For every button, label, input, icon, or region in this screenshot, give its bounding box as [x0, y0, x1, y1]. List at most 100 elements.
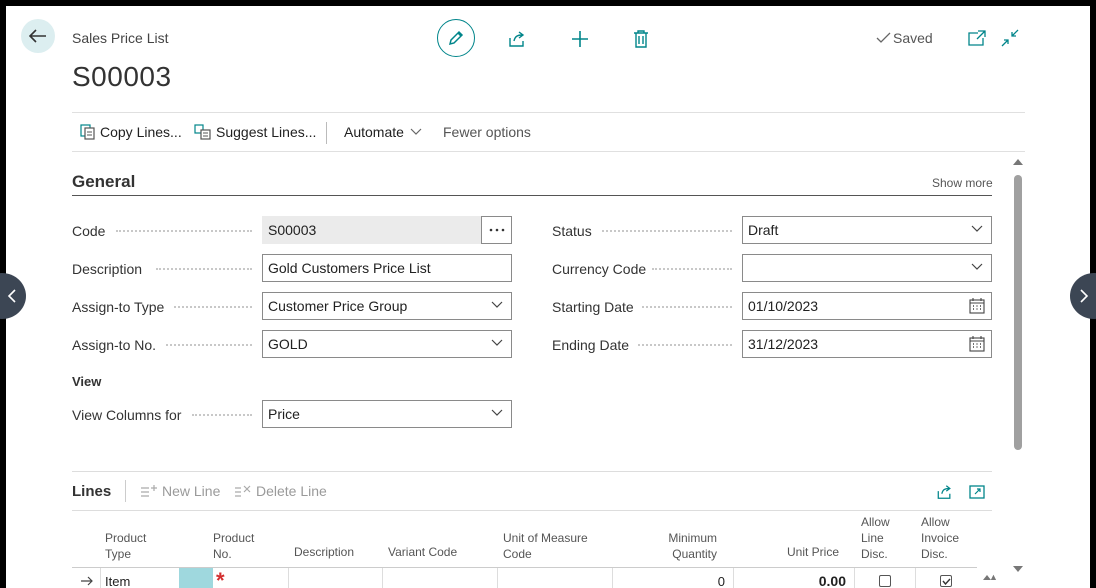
- status-select[interactable]: Draft: [742, 216, 992, 244]
- assign-to-no-select[interactable]: GOLD: [262, 330, 512, 358]
- chevron-down-icon: [410, 128, 422, 135]
- general-underline: [72, 195, 992, 196]
- lines-section-title[interactable]: Lines: [72, 483, 111, 500]
- currency-code-select[interactable]: [742, 254, 992, 282]
- scroll-down-arrow-icon[interactable]: [1013, 566, 1023, 573]
- lines-separator: [125, 480, 126, 502]
- share-icon: [937, 485, 951, 499]
- row-unit-price[interactable]: 0.00: [754, 573, 846, 588]
- col-allow-invoice-disc[interactable]: Allow Invoice Disc.: [921, 514, 959, 562]
- trash-icon: [634, 30, 648, 48]
- col-unit-price[interactable]: Unit Price: [739, 544, 839, 560]
- lines-expand-button[interactable]: [966, 481, 988, 503]
- share-button[interactable]: [505, 27, 529, 51]
- description-value: Gold Customers Price List: [268, 260, 431, 276]
- ending-date-value: 31/12/2023: [748, 336, 819, 352]
- starting-date-label: Starting Date: [552, 299, 634, 315]
- code-label: Code: [72, 223, 106, 239]
- saved-status: Saved: [876, 30, 933, 46]
- back-button[interactable]: [21, 19, 55, 53]
- fewer-options-link[interactable]: Fewer options: [443, 124, 531, 140]
- lines-share-button[interactable]: [933, 481, 955, 503]
- view-group-heading: View: [72, 374, 102, 389]
- calendar-icon[interactable]: [969, 336, 985, 352]
- new-line-button[interactable]: New Line: [140, 483, 220, 499]
- show-more-link[interactable]: Show more: [932, 176, 993, 190]
- new-button[interactable]: [568, 27, 592, 51]
- row-allow-invoice-disc-checkbox[interactable]: [940, 575, 952, 587]
- delete-button[interactable]: [629, 27, 653, 51]
- chevron-down-icon: [971, 263, 983, 270]
- open-new-window-button[interactable]: [966, 27, 988, 49]
- suggest-lines-icon: [194, 124, 211, 140]
- col-allow-line-disc[interactable]: Allow Line Disc.: [861, 514, 890, 562]
- col-product-type[interactable]: Product Type: [105, 530, 146, 562]
- row-arrow-icon: [81, 576, 93, 586]
- row-selected-cell[interactable]: [179, 568, 213, 588]
- action-bar-separator: [326, 122, 327, 144]
- ending-date-dots: [638, 344, 732, 346]
- col-description[interactable]: Description: [294, 544, 354, 560]
- row-product-type[interactable]: Item: [105, 574, 130, 588]
- scrollbar-thumb[interactable]: [1014, 175, 1022, 450]
- ending-date-field[interactable]: 31/12/2023: [742, 330, 992, 358]
- status-label: Status: [552, 223, 592, 239]
- delete-line-icon: [235, 485, 251, 497]
- assign-to-type-value: Customer Price Group: [268, 298, 408, 314]
- table-row[interactable]: Item * 0 0.00 ▲: [72, 567, 998, 588]
- collapse-button[interactable]: [999, 27, 1021, 49]
- chevron-down-icon: [491, 301, 503, 308]
- breadcrumb: Sales Price List: [72, 30, 169, 46]
- general-section-title[interactable]: General: [72, 172, 135, 192]
- code-dots: [116, 230, 252, 232]
- description-field[interactable]: Gold Customers Price List: [262, 254, 512, 282]
- page-title: S00003: [72, 61, 172, 92]
- col-unit-of-measure-code[interactable]: Unit of Measure Code: [503, 530, 588, 562]
- code-value: S00003: [268, 222, 317, 238]
- col-variant-code[interactable]: Variant Code: [388, 544, 457, 560]
- assign-to-type-label: Assign-to Type: [72, 299, 165, 315]
- edit-button[interactable]: [437, 19, 475, 57]
- view-columns-for-select[interactable]: Price: [262, 400, 512, 428]
- share-icon: [509, 31, 525, 47]
- delete-line-button[interactable]: Delete Line: [234, 483, 327, 499]
- automate-menu[interactable]: Automate: [344, 124, 422, 140]
- copy-lines-button[interactable]: Copy Lines...: [80, 124, 182, 140]
- row-allow-line-disc-checkbox[interactable]: [879, 575, 891, 587]
- lines-scroll-up-icon[interactable]: [983, 574, 991, 580]
- calendar-icon[interactable]: [969, 298, 985, 314]
- pencil-icon: [448, 30, 464, 46]
- actionbar-divider: [72, 151, 1025, 152]
- col-minimum-quantity[interactable]: Minimum Quantity: [617, 530, 717, 562]
- checkmark-icon: [876, 32, 891, 43]
- lines-top-divider: [72, 471, 992, 472]
- description-dots: [156, 268, 252, 270]
- arrow-left-icon: [29, 29, 46, 43]
- row-min-qty[interactable]: 0: [633, 574, 725, 588]
- view-columns-for-dots: [192, 414, 252, 416]
- starting-date-value: 01/10/2023: [748, 298, 819, 314]
- copy-lines-icon: [80, 124, 95, 140]
- checkmark-icon: [941, 578, 951, 585]
- code-field[interactable]: S00003: [262, 216, 482, 244]
- page-scrollbar[interactable]: [1012, 158, 1024, 584]
- page-frame: Sales Price List S00003 Saved Copy Lines…: [6, 6, 1090, 588]
- assign-to-no-dots: [166, 344, 252, 346]
- assign-to-type-dots: [174, 306, 252, 308]
- currency-code-label: Currency Code: [552, 261, 647, 277]
- automate-label: Automate: [344, 124, 404, 140]
- open-in-new-window-icon: [968, 30, 986, 46]
- new-line-icon: [141, 485, 157, 497]
- starting-date-dots: [642, 306, 732, 308]
- new-line-label: New Line: [162, 483, 221, 499]
- code-lookup-button[interactable]: [481, 216, 512, 244]
- lines-header-divider: [72, 510, 992, 511]
- scroll-up-arrow-icon[interactable]: [1013, 158, 1023, 165]
- col-product-no[interactable]: Product No.: [213, 530, 254, 562]
- status-value: Draft: [748, 222, 779, 238]
- chevron-right-icon: [1080, 289, 1089, 303]
- row-required-marker: *: [216, 568, 225, 588]
- suggest-lines-button[interactable]: Suggest Lines...: [194, 124, 316, 140]
- starting-date-field[interactable]: 01/10/2023: [742, 292, 992, 320]
- assign-to-type-select[interactable]: Customer Price Group: [262, 292, 512, 320]
